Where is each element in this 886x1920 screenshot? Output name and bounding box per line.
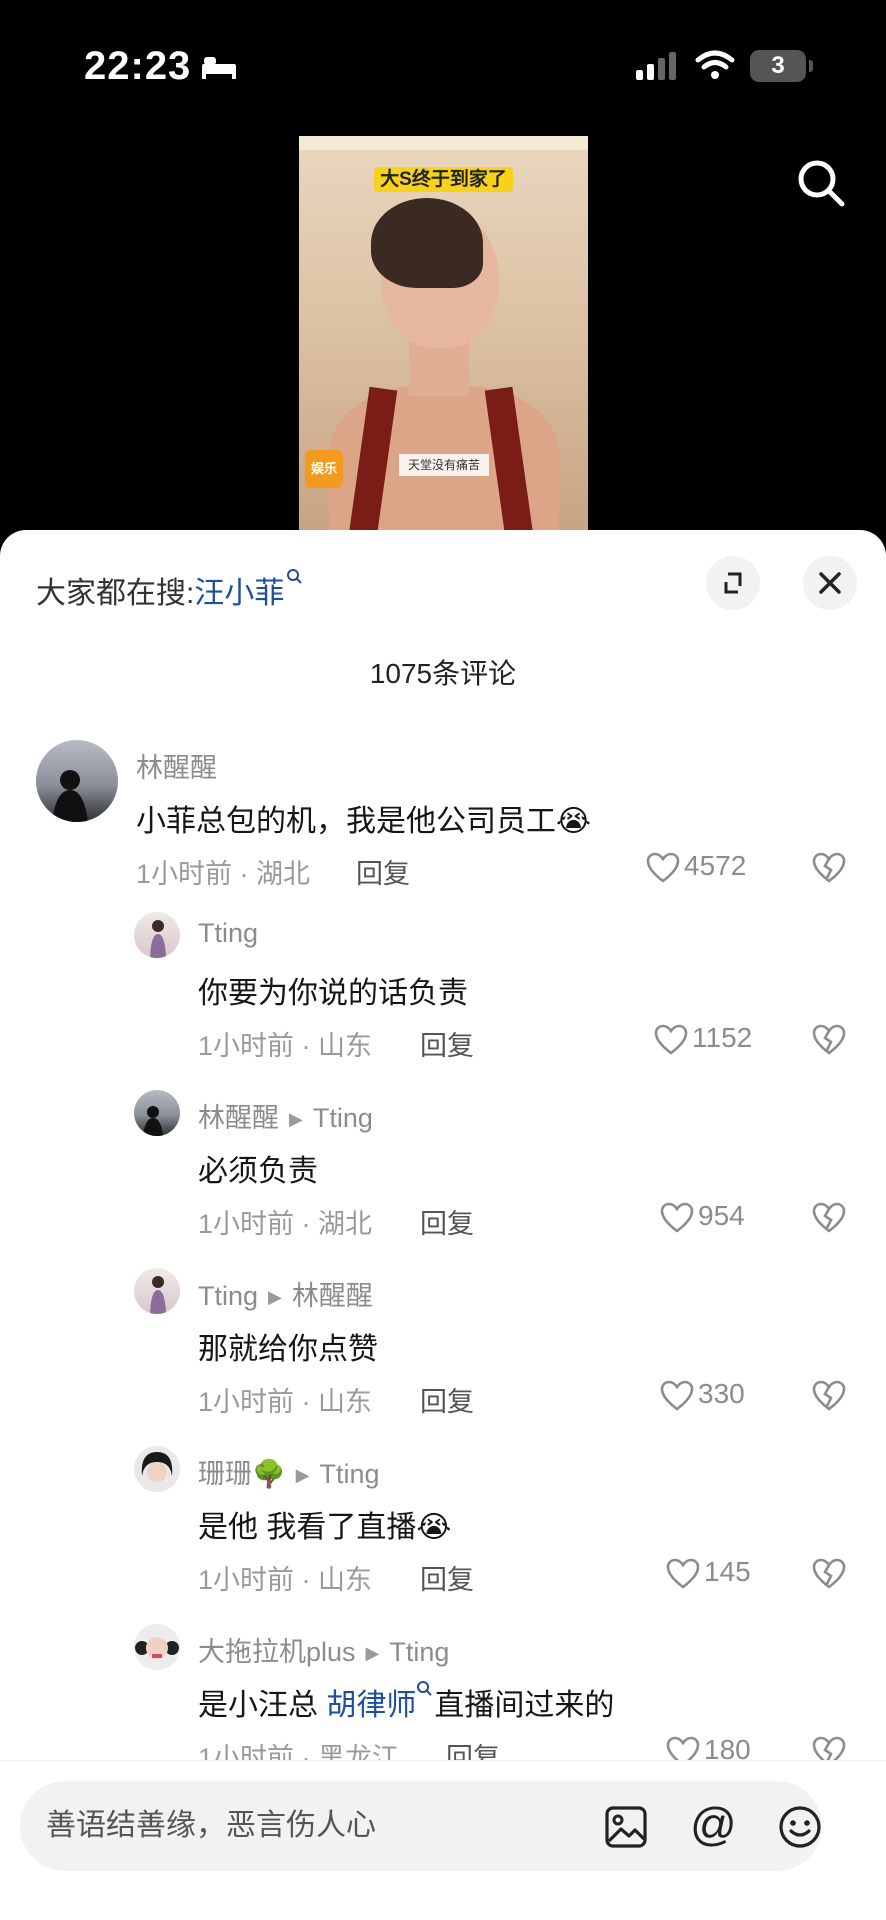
avatar[interactable] (134, 1446, 180, 1492)
comment-username[interactable]: 珊珊🌳 ▶ Tting (198, 1452, 380, 1491)
broken-heart-icon[interactable] (812, 852, 846, 884)
like-button[interactable]: 1152 (654, 1022, 752, 1056)
avatar[interactable] (134, 912, 180, 958)
reply-arrow-icon: ▶ (365, 1643, 380, 1664)
heart-icon (666, 1558, 700, 1589)
comment-text: 小菲总包的机，我是他公司员工😭 (136, 805, 592, 838)
like-button[interactable]: 4572 (646, 850, 746, 884)
reply-arrow-icon: ▶ (268, 1287, 282, 1308)
search-icon[interactable] (796, 158, 846, 208)
status-time: 22:23 (84, 44, 192, 88)
small-search-icon (287, 569, 303, 584)
reply-button[interactable]: 回复 (420, 1202, 474, 1241)
comment-text: 是他 我看了直播😭 (198, 1511, 452, 1544)
close-icon (819, 572, 841, 594)
like-button[interactable]: 145 (666, 1556, 751, 1590)
comment-username[interactable]: 林醒醒 (136, 746, 217, 785)
status-bar: 22:23 3 (0, 0, 886, 130)
reply-button[interactable]: 回复 (420, 1024, 474, 1063)
comment-input-box[interactable]: @ (20, 1781, 822, 1871)
avatar[interactable] (134, 1268, 180, 1314)
comment-meta: 1小时前 · 湖北 (198, 1209, 373, 1239)
comment-username[interactable]: 大拖拉机plus ▶ Tting (198, 1630, 449, 1669)
broken-heart-icon[interactable] (812, 1024, 846, 1056)
at-icon[interactable]: @ (690, 1801, 737, 1847)
reply-arrow-icon: ▶ (295, 1465, 310, 1486)
heart-icon (660, 1202, 694, 1233)
comment-meta: 1小时前 · 山东 (198, 1031, 373, 1061)
comment-username[interactable]: 林醒醒 ▶ Tting (198, 1096, 373, 1135)
video-figure-hair (371, 198, 483, 288)
screen: { "status_bar": {"time": "22:23", "batte… (0, 0, 886, 1920)
reply-button[interactable]: 回复 (420, 1380, 474, 1419)
video-title: 大S终于到家了 (299, 164, 588, 192)
trending-search[interactable]: 大家都在搜:汪小菲 (36, 568, 303, 612)
avatar[interactable] (36, 740, 118, 822)
comment-count: 1075条评论 (369, 658, 517, 689)
expand-button[interactable] (706, 556, 760, 610)
search-link[interactable]: 胡律师 (326, 1689, 416, 1722)
like-button[interactable]: 954 (660, 1200, 745, 1234)
heart-icon (660, 1380, 694, 1411)
broken-heart-icon[interactable] (812, 1202, 846, 1234)
comment-input[interactable] (46, 1781, 546, 1871)
video-top-strip (299, 136, 588, 150)
signal-icon (636, 52, 676, 80)
like-button[interactable]: 330 (660, 1378, 745, 1412)
video-channel-logo: 娱乐 (305, 450, 343, 488)
trending-keyword[interactable]: 汪小菲 (194, 577, 284, 610)
comment-meta: 1小时前 · 山东 (198, 1387, 373, 1417)
wifi-icon (695, 50, 735, 79)
video-player[interactable]: 大S终于到家了 娱乐 天堂没有痛苦 (299, 136, 588, 536)
reply-arrow-icon: ▶ (289, 1109, 303, 1130)
sleep-focus-icon (202, 57, 236, 79)
small-search-icon (417, 1681, 433, 1696)
battery-indicator: 3 (750, 50, 813, 82)
comment-meta: 1小时前 · 湖北 (136, 859, 311, 889)
comment-username[interactable]: Tting (198, 918, 258, 949)
broken-heart-icon[interactable] (812, 1380, 846, 1412)
broken-heart-icon[interactable] (812, 1558, 846, 1590)
heart-icon (654, 1024, 688, 1055)
trending-prefix: 大家都在搜: (36, 577, 195, 610)
video-subtitle: 天堂没有痛苦 (399, 454, 489, 476)
comment-text: 那就给你点赞 (198, 1333, 378, 1366)
expand-icon (724, 572, 742, 594)
user-badge: 🌳 (252, 1459, 286, 1489)
avatar[interactable] (134, 1090, 180, 1136)
comment-input-bar: @ (0, 1760, 886, 1920)
smiley-icon[interactable] (778, 1805, 822, 1849)
comment-text: 你要为你说的话负责 (198, 977, 468, 1010)
close-button[interactable] (803, 556, 857, 610)
avatar[interactable] (134, 1624, 180, 1670)
comment-text: 必须负责 (198, 1155, 318, 1188)
reply-button[interactable]: 回复 (356, 852, 410, 891)
comment-text: 是小汪总 胡律师 直播间过来的 (198, 1680, 614, 1724)
comment-username[interactable]: Tting ▶ 林醒醒 (198, 1274, 373, 1313)
image-icon[interactable] (604, 1805, 648, 1849)
comment-sheet: 大家都在搜:汪小菲 1075条评论 林醒醒 小菲总包的机，我是他公司员工😭 1小… (0, 530, 886, 1920)
reply-button[interactable]: 回复 (420, 1558, 474, 1597)
heart-icon (646, 852, 680, 883)
comment-meta: 1小时前 · 山东 (198, 1565, 373, 1595)
